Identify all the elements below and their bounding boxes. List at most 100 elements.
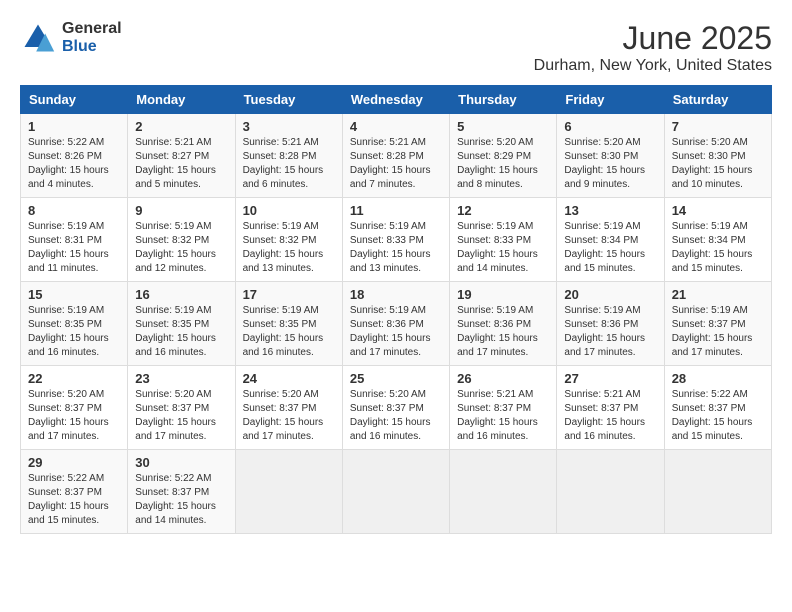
day-number: 6 <box>564 119 656 134</box>
sunrise-label: Sunrise: 5:19 AM <box>457 305 533 316</box>
calendar-cell: 22 Sunrise: 5:20 AM Sunset: 8:37 PM Dayl… <box>21 366 128 450</box>
calendar-cell: 14 Sunrise: 5:19 AM Sunset: 8:34 PM Dayl… <box>664 198 771 282</box>
day-info: Sunrise: 5:19 AM Sunset: 8:32 PM Dayligh… <box>135 220 227 276</box>
page-header: General Blue June 2025 Durham, New York,… <box>20 20 772 75</box>
calendar-cell: 17 Sunrise: 5:19 AM Sunset: 8:35 PM Dayl… <box>235 282 342 366</box>
sunrise-label: Sunrise: 5:21 AM <box>564 389 640 400</box>
day-number: 1 <box>28 119 120 134</box>
daylight-label: Daylight: 15 hours and 16 minutes. <box>135 333 216 358</box>
sunrise-label: Sunrise: 5:21 AM <box>135 137 211 148</box>
day-info: Sunrise: 5:19 AM Sunset: 8:36 PM Dayligh… <box>350 304 442 360</box>
day-number: 12 <box>457 203 549 218</box>
sunset-label: Sunset: 8:28 PM <box>243 151 317 162</box>
day-info: Sunrise: 5:21 AM Sunset: 8:37 PM Dayligh… <box>564 388 656 444</box>
sunrise-label: Sunrise: 5:22 AM <box>672 389 748 400</box>
calendar-week-3: 15 Sunrise: 5:19 AM Sunset: 8:35 PM Dayl… <box>21 282 772 366</box>
calendar-cell: 12 Sunrise: 5:19 AM Sunset: 8:33 PM Dayl… <box>450 198 557 282</box>
sunrise-label: Sunrise: 5:20 AM <box>243 389 319 400</box>
day-info: Sunrise: 5:19 AM Sunset: 8:37 PM Dayligh… <box>672 304 764 360</box>
daylight-label: Daylight: 15 hours and 10 minutes. <box>672 165 753 190</box>
calendar-cell: 15 Sunrise: 5:19 AM Sunset: 8:35 PM Dayl… <box>21 282 128 366</box>
daylight-label: Daylight: 15 hours and 17 minutes. <box>243 417 324 442</box>
day-number: 20 <box>564 287 656 302</box>
day-info: Sunrise: 5:20 AM Sunset: 8:37 PM Dayligh… <box>243 388 335 444</box>
calendar-week-5: 29 Sunrise: 5:22 AM Sunset: 8:37 PM Dayl… <box>21 450 772 534</box>
calendar-cell: 27 Sunrise: 5:21 AM Sunset: 8:37 PM Dayl… <box>557 366 664 450</box>
calendar-cell: 13 Sunrise: 5:19 AM Sunset: 8:34 PM Dayl… <box>557 198 664 282</box>
day-number: 7 <box>672 119 764 134</box>
daylight-label: Daylight: 15 hours and 15 minutes. <box>564 249 645 274</box>
sunset-label: Sunset: 8:34 PM <box>672 235 746 246</box>
day-info: Sunrise: 5:22 AM Sunset: 8:37 PM Dayligh… <box>28 472 120 528</box>
day-number: 16 <box>135 287 227 302</box>
calendar-cell: 26 Sunrise: 5:21 AM Sunset: 8:37 PM Dayl… <box>450 366 557 450</box>
daylight-label: Daylight: 15 hours and 17 minutes. <box>135 417 216 442</box>
day-number: 28 <box>672 371 764 386</box>
day-info: Sunrise: 5:19 AM Sunset: 8:36 PM Dayligh… <box>564 304 656 360</box>
sunrise-label: Sunrise: 5:22 AM <box>28 473 104 484</box>
weekday-header-monday: Monday <box>128 86 235 114</box>
sunset-label: Sunset: 8:37 PM <box>564 403 638 414</box>
logo: General Blue <box>20 20 122 56</box>
sunset-label: Sunset: 8:33 PM <box>350 235 424 246</box>
logo-blue-text: Blue <box>62 38 122 56</box>
sunset-label: Sunset: 8:37 PM <box>350 403 424 414</box>
day-info: Sunrise: 5:19 AM Sunset: 8:36 PM Dayligh… <box>457 304 549 360</box>
day-number: 30 <box>135 455 227 470</box>
day-info: Sunrise: 5:22 AM Sunset: 8:37 PM Dayligh… <box>135 472 227 528</box>
calendar-cell <box>342 450 449 534</box>
logo-icon <box>20 20 56 56</box>
sunset-label: Sunset: 8:27 PM <box>135 151 209 162</box>
calendar-cell: 3 Sunrise: 5:21 AM Sunset: 8:28 PM Dayli… <box>235 114 342 198</box>
sunset-label: Sunset: 8:37 PM <box>243 403 317 414</box>
day-info: Sunrise: 5:20 AM Sunset: 8:30 PM Dayligh… <box>672 136 764 192</box>
day-number: 26 <box>457 371 549 386</box>
sunrise-label: Sunrise: 5:19 AM <box>672 305 748 316</box>
sunset-label: Sunset: 8:35 PM <box>243 319 317 330</box>
sunset-label: Sunset: 8:35 PM <box>28 319 102 330</box>
daylight-label: Daylight: 15 hours and 16 minutes. <box>28 333 109 358</box>
day-info: Sunrise: 5:22 AM Sunset: 8:26 PM Dayligh… <box>28 136 120 192</box>
calendar-cell: 25 Sunrise: 5:20 AM Sunset: 8:37 PM Dayl… <box>342 366 449 450</box>
day-info: Sunrise: 5:19 AM Sunset: 8:32 PM Dayligh… <box>243 220 335 276</box>
day-info: Sunrise: 5:20 AM Sunset: 8:30 PM Dayligh… <box>564 136 656 192</box>
sunrise-label: Sunrise: 5:19 AM <box>135 221 211 232</box>
day-number: 5 <box>457 119 549 134</box>
day-info: Sunrise: 5:19 AM Sunset: 8:35 PM Dayligh… <box>243 304 335 360</box>
day-info: Sunrise: 5:19 AM Sunset: 8:35 PM Dayligh… <box>28 304 120 360</box>
day-info: Sunrise: 5:19 AM Sunset: 8:35 PM Dayligh… <box>135 304 227 360</box>
sunset-label: Sunset: 8:36 PM <box>350 319 424 330</box>
sunset-label: Sunset: 8:35 PM <box>135 319 209 330</box>
weekday-header-tuesday: Tuesday <box>235 86 342 114</box>
calendar-cell: 8 Sunrise: 5:19 AM Sunset: 8:31 PM Dayli… <box>21 198 128 282</box>
calendar-cell: 2 Sunrise: 5:21 AM Sunset: 8:27 PM Dayli… <box>128 114 235 198</box>
daylight-label: Daylight: 15 hours and 16 minutes. <box>350 417 431 442</box>
day-number: 9 <box>135 203 227 218</box>
sunset-label: Sunset: 8:28 PM <box>350 151 424 162</box>
daylight-label: Daylight: 15 hours and 7 minutes. <box>350 165 431 190</box>
day-number: 21 <box>672 287 764 302</box>
calendar-cell: 28 Sunrise: 5:22 AM Sunset: 8:37 PM Dayl… <box>664 366 771 450</box>
calendar-cell: 16 Sunrise: 5:19 AM Sunset: 8:35 PM Dayl… <box>128 282 235 366</box>
calendar-cell: 11 Sunrise: 5:19 AM Sunset: 8:33 PM Dayl… <box>342 198 449 282</box>
day-number: 24 <box>243 371 335 386</box>
sunrise-label: Sunrise: 5:20 AM <box>457 137 533 148</box>
sunrise-label: Sunrise: 5:19 AM <box>243 221 319 232</box>
day-number: 15 <box>28 287 120 302</box>
sunrise-label: Sunrise: 5:19 AM <box>243 305 319 316</box>
sunrise-label: Sunrise: 5:20 AM <box>28 389 104 400</box>
sunrise-label: Sunrise: 5:19 AM <box>135 305 211 316</box>
sunset-label: Sunset: 8:37 PM <box>457 403 531 414</box>
sunset-label: Sunset: 8:36 PM <box>564 319 638 330</box>
sunrise-label: Sunrise: 5:20 AM <box>135 389 211 400</box>
daylight-label: Daylight: 15 hours and 13 minutes. <box>243 249 324 274</box>
sunrise-label: Sunrise: 5:19 AM <box>564 221 640 232</box>
sunrise-label: Sunrise: 5:20 AM <box>350 389 426 400</box>
sunrise-label: Sunrise: 5:22 AM <box>28 137 104 148</box>
sunrise-label: Sunrise: 5:19 AM <box>28 305 104 316</box>
daylight-label: Daylight: 15 hours and 16 minutes. <box>564 417 645 442</box>
calendar-cell: 5 Sunrise: 5:20 AM Sunset: 8:29 PM Dayli… <box>450 114 557 198</box>
sunrise-label: Sunrise: 5:19 AM <box>350 221 426 232</box>
day-info: Sunrise: 5:19 AM Sunset: 8:33 PM Dayligh… <box>350 220 442 276</box>
daylight-label: Daylight: 15 hours and 16 minutes. <box>243 333 324 358</box>
